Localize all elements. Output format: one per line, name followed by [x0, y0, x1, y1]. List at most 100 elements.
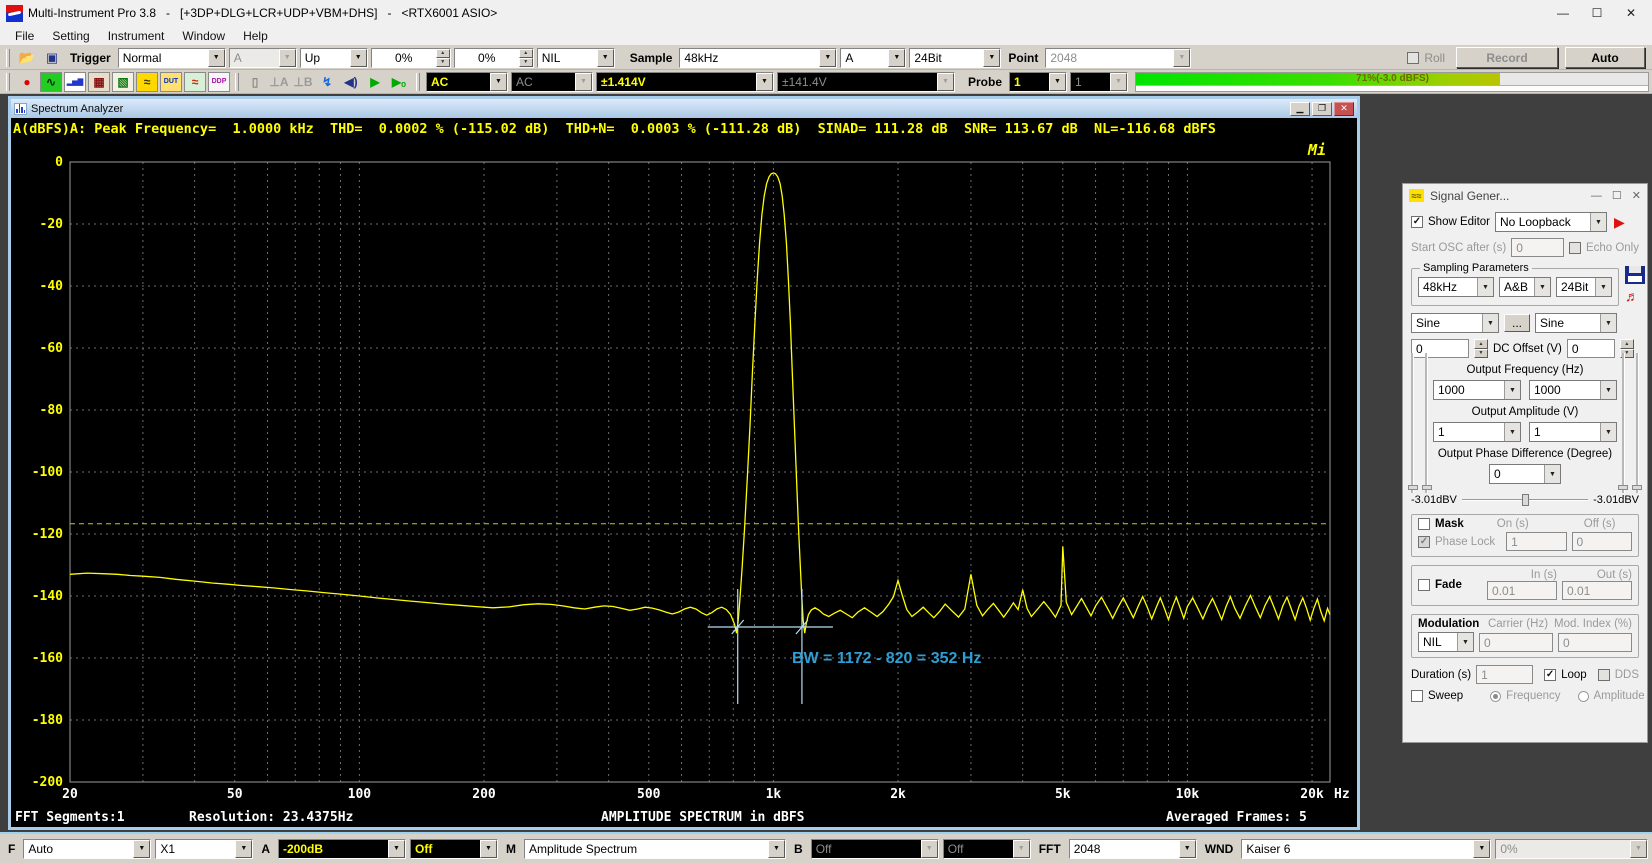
chevron-down-icon[interactable]: ▼ — [597, 49, 614, 67]
loop-checkbox[interactable] — [1544, 669, 1556, 681]
chevron-down-icon[interactable]: ▼ — [1179, 840, 1196, 858]
trigger-level-spinner[interactable]: 0% ▲▼ — [371, 48, 451, 68]
signal-generator-titlebar[interactable]: ≈≈ Signal Gener... — ☐ ✕ — [1403, 184, 1647, 207]
modulation-select[interactable]: NIL ▼ — [1418, 632, 1474, 652]
microphone-icon[interactable]: ▯ — [244, 72, 266, 92]
save-signal-icon[interactable] — [1625, 266, 1645, 284]
sa-restore-button[interactable]: ❐ — [1312, 102, 1332, 116]
chevron-down-icon[interactable]: ▼ — [388, 840, 405, 858]
chevron-down-icon[interactable]: ▼ — [1544, 465, 1560, 483]
level-slider-b2-track[interactable] — [1636, 353, 1639, 493]
fft-size-select[interactable]: 2048 ▼ — [1069, 839, 1197, 859]
menu-file[interactable]: File — [6, 27, 43, 45]
run-loop-icon[interactable]: ▶ₒ — [388, 72, 410, 92]
signal-generator-icon[interactable]: ≈ — [136, 72, 158, 92]
spin-down-icon[interactable]: ▼ — [436, 58, 450, 67]
menu-instrument[interactable]: Instrument — [99, 27, 174, 45]
loopback-select[interactable]: No Loopback ▼ — [1495, 212, 1607, 232]
window-function-select[interactable]: Kaiser 6 ▼ — [1241, 839, 1491, 859]
minimize-button[interactable]: — — [1546, 2, 1580, 24]
trigger-ref-select[interactable]: NIL ▼ — [537, 48, 615, 68]
chevron-down-icon[interactable]: ▼ — [208, 49, 225, 67]
auto-button[interactable]: Auto — [1565, 47, 1645, 68]
chevron-down-icon[interactable]: ▼ — [1595, 278, 1611, 296]
waveform-a-select[interactable]: Sine ▼ — [1411, 313, 1499, 333]
chevron-down-icon[interactable]: ▼ — [1590, 213, 1606, 231]
sg-sample-rate-select[interactable]: 48kHz ▼ — [1418, 277, 1494, 297]
chevron-down-icon[interactable]: ▼ — [768, 840, 785, 858]
menu-setting[interactable]: Setting — [43, 27, 98, 45]
chevron-down-icon[interactable]: ▼ — [490, 73, 507, 91]
balance-slider[interactable] — [1462, 493, 1588, 507]
speaker-icon[interactable]: ◀) — [340, 72, 362, 92]
chevron-down-icon[interactable]: ▼ — [1504, 381, 1520, 399]
bit-depth-select[interactable]: 24Bit ▼ — [909, 48, 1001, 68]
level-slider-a2-handle[interactable] — [1422, 485, 1432, 490]
balance-slider-thumb[interactable] — [1522, 494, 1529, 506]
chevron-down-icon[interactable]: ▼ — [756, 73, 773, 91]
chevron-down-icon[interactable]: ▼ — [819, 49, 836, 67]
level-slider-a-track[interactable] — [1411, 353, 1414, 493]
fade-checkbox[interactable] — [1418, 579, 1430, 591]
level-slider-a2-track[interactable] — [1425, 353, 1428, 493]
a-mode-select[interactable]: Off ▼ — [410, 839, 498, 859]
maximize-button[interactable]: ☐ — [1580, 2, 1614, 24]
level-slider-b2-handle[interactable] — [1632, 485, 1642, 490]
ground-b-icon[interactable]: ⊥B — [292, 72, 314, 92]
sweep-checkbox[interactable] — [1411, 690, 1423, 702]
chevron-down-icon[interactable]: ▼ — [1482, 314, 1498, 332]
multimeter-icon[interactable]: ▦ — [88, 72, 110, 92]
level-slider-b-handle[interactable] — [1618, 485, 1628, 490]
run-icon[interactable]: ▶ — [364, 72, 386, 92]
chevron-down-icon[interactable]: ▼ — [1049, 73, 1066, 91]
chevron-down-icon[interactable]: ▼ — [1600, 381, 1616, 399]
record-icon[interactable]: ● — [16, 72, 38, 92]
freq-axis-mode-select[interactable]: Auto ▼ — [23, 839, 151, 859]
oscilloscope-icon[interactable]: ∿ — [40, 72, 62, 92]
dc-offset-a-input[interactable]: 0 — [1411, 339, 1469, 358]
sg-run-button[interactable]: ▶ — [1614, 214, 1625, 231]
chevron-down-icon[interactable]: ▼ — [1600, 423, 1616, 441]
amplitude-b-select[interactable]: 1 ▼ — [1529, 422, 1617, 442]
sg-maximize-button[interactable]: ☐ — [1612, 189, 1622, 202]
close-button[interactable]: ✕ — [1614, 2, 1648, 24]
chevron-down-icon[interactable]: ▼ — [480, 840, 497, 858]
spectrum-plot-area[interactable]: BW = 1172 - 820 = 352 Hz0-20-40-60-80-10… — [11, 138, 1357, 809]
amplitude-a-select[interactable]: 1 ▼ — [1433, 422, 1521, 442]
chevron-down-icon[interactable]: ▼ — [235, 840, 252, 858]
frequency-a-select[interactable]: 1000 ▼ — [1433, 380, 1521, 400]
chevron-down-icon[interactable]: ▼ — [133, 840, 150, 858]
menu-help[interactable]: Help — [234, 27, 277, 45]
chevron-down-icon[interactable]: ▼ — [1600, 314, 1616, 332]
chevron-down-icon[interactable]: ▼ — [350, 49, 367, 67]
waveform-editor-button[interactable]: ... — [1504, 314, 1530, 332]
open-file-icon[interactable]: 📂 — [16, 48, 38, 68]
dc-offset-b-input[interactable]: 0 — [1567, 339, 1615, 358]
sg-bits-select[interactable]: 24Bit ▼ — [1556, 277, 1612, 297]
dc-offset-a-spinner[interactable]: ▲▼ — [1474, 339, 1488, 358]
x-multiplier-select[interactable]: X1 ▼ — [155, 839, 253, 859]
phase-difference-select[interactable]: 0 ▼ — [1489, 464, 1561, 484]
frequency-b-select[interactable]: 1000 ▼ — [1529, 380, 1617, 400]
mask-checkbox[interactable] — [1418, 518, 1430, 530]
display-mode-select[interactable]: Amplitude Spectrum ▼ — [524, 839, 786, 859]
spin-down-icon[interactable]: ▼ — [519, 58, 533, 67]
chevron-down-icon[interactable]: ▼ — [1534, 278, 1550, 296]
chevron-down-icon[interactable]: ▼ — [1473, 840, 1490, 858]
show-editor-checkbox[interactable] — [1411, 216, 1423, 228]
device-test-plan-icon[interactable]: DUT — [160, 72, 182, 92]
chevron-down-icon[interactable]: ▼ — [1504, 423, 1520, 441]
ddp-viewer-icon[interactable]: DDP — [208, 72, 230, 92]
spectrum-3d-plot-icon[interactable]: ▧ — [112, 72, 134, 92]
spectrum-analyzer-icon[interactable]: ▂▅▇ — [64, 72, 86, 92]
probe-icon[interactable]: ↯ — [316, 72, 338, 92]
waveform-b-select[interactable]: Sine ▼ — [1535, 313, 1617, 333]
music-notes-icon[interactable]: ♬ — [1625, 288, 1645, 304]
chevron-down-icon[interactable]: ▼ — [888, 49, 905, 67]
level-slider-a-handle[interactable] — [1408, 485, 1418, 490]
chevron-down-icon[interactable]: ▼ — [1477, 278, 1493, 296]
trigger-mode-select[interactable]: Normal ▼ — [118, 48, 226, 68]
spin-up-icon[interactable]: ▲ — [519, 49, 533, 58]
sg-minimize-button[interactable]: — — [1591, 190, 1602, 202]
level-slider-b-track[interactable] — [1622, 353, 1625, 493]
